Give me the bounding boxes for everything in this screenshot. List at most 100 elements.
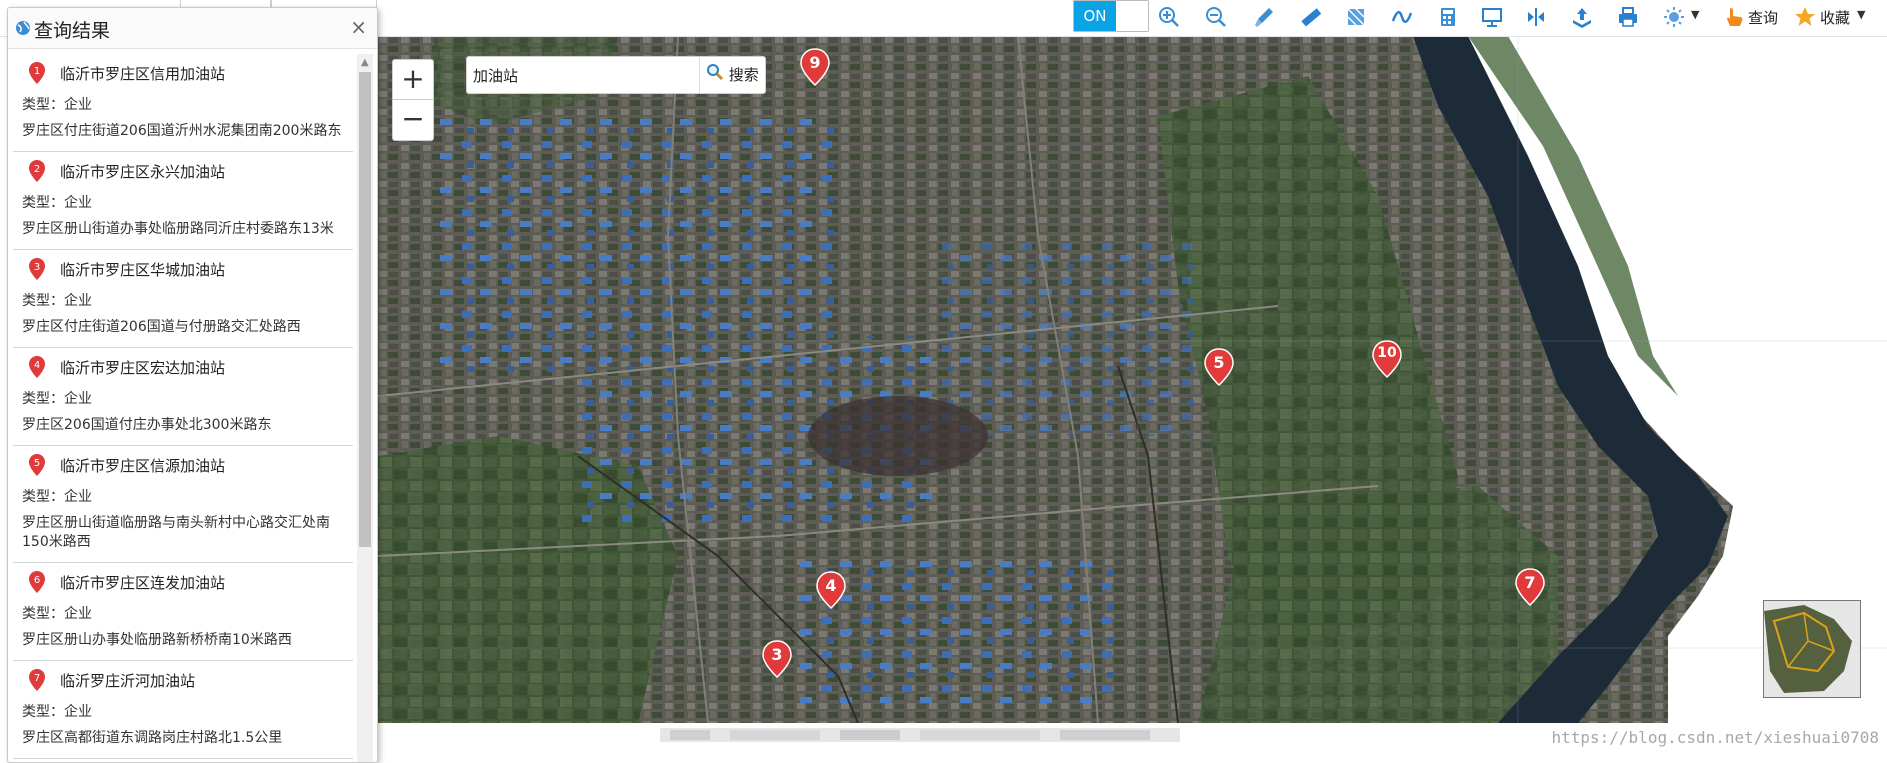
svg-text:5: 5 <box>34 458 40 469</box>
results-scrollbar[interactable]: ▲ <box>357 54 373 762</box>
result-item[interactable]: 3 临沂市罗庄区华城加油站 类型：企业 罗庄区付庄街道206国道与付册路交汇处路… <box>13 250 353 348</box>
star-icon <box>1795 7 1815 26</box>
favorites-tool-button[interactable] <box>1791 3 1819 31</box>
result-address: 罗庄区册山办事处临册路新桥桥南10米路西 <box>22 632 292 648</box>
map-marker-9[interactable]: 9 <box>800 48 830 87</box>
scroll-up-arrow-icon[interactable]: ▲ <box>361 57 369 68</box>
map-pin-icon: 2 <box>29 160 45 182</box>
area-measure-tool-button[interactable] <box>1342 3 1370 31</box>
svg-text:6: 6 <box>34 575 40 586</box>
map-search-box: 搜索 <box>466 56 766 94</box>
overview-map[interactable] <box>1763 600 1861 698</box>
calculator-tool-button[interactable] <box>1434 3 1462 31</box>
print-tool-button[interactable] <box>1614 3 1642 31</box>
light-tool-button[interactable] <box>1660 3 1688 31</box>
ruler-tool-button[interactable] <box>1296 3 1324 31</box>
screen-icon <box>1482 8 1502 27</box>
search-button-label: 搜索 <box>728 66 759 84</box>
result-type: 类型：企业 <box>22 606 92 622</box>
search-input[interactable] <box>471 60 697 90</box>
light-icon <box>1664 7 1684 27</box>
map-marker-7[interactable]: 7 <box>1515 568 1545 607</box>
scrollbar-thumb[interactable] <box>359 72 371 547</box>
query-tool-button[interactable] <box>1720 3 1748 31</box>
query-label[interactable]: 查询 <box>1748 7 1778 28</box>
result-name[interactable]: 临沂市罗庄区连发加油站 <box>60 569 347 593</box>
panel-header: 查询结果 × <box>8 8 377 49</box>
map-pin-icon: 5 <box>29 454 45 476</box>
map-marker-3[interactable]: 3 <box>762 640 792 679</box>
zoom-out-button[interactable]: − <box>393 99 433 139</box>
screen-tool-button[interactable] <box>1478 3 1506 31</box>
zoom-in-tool-button[interactable] <box>1155 3 1183 31</box>
map-pin-icon: 6 <box>29 571 45 593</box>
map-marker-4[interactable]: 4 <box>816 571 846 610</box>
split-icon <box>1528 8 1544 26</box>
zoom-in-icon <box>1159 7 1179 27</box>
export-tool-button[interactable] <box>1568 3 1596 31</box>
result-item[interactable]: 5 临沂市罗庄区信源加油站 类型：企业 罗庄区册山街道临册路与南头新村中心路交汇… <box>13 446 353 563</box>
overview-thumbnail <box>1764 601 1860 697</box>
result-name[interactable]: 临沂市罗庄区华城加油站 <box>60 256 347 280</box>
query-results-panel: 查询结果 × 1 临沂市罗庄区信用加油站 类型：企业 罗庄区付庄街道206国道沂… <box>7 7 378 763</box>
svg-text:1: 1 <box>34 66 40 77</box>
svg-text:3: 3 <box>34 262 40 273</box>
curve-tool-button[interactable] <box>1388 3 1416 31</box>
result-address: 罗庄区206国道付庄办事处北300米路东 <box>22 417 272 433</box>
export-icon <box>1573 8 1591 28</box>
result-item[interactable]: 2 临沂市罗庄区永兴加油站 类型：企业 罗庄区册山街道办事处临册路同沂庄村委路东… <box>13 152 353 250</box>
zoom-out-icon <box>1206 7 1226 27</box>
split-tool-button[interactable] <box>1522 3 1550 31</box>
result-item[interactable]: 7 临沂罗庄沂河加油站 类型：企业 罗庄区高都街道东调路岗庄村路北1.5公里 <box>13 661 353 759</box>
blurred-status-strip <box>660 722 1180 748</box>
zoom-control: + − <box>392 59 434 141</box>
map-pin-icon: 4 <box>29 356 45 378</box>
search-icon <box>706 58 724 94</box>
result-name[interactable]: 临沂市罗庄区宏达加油站 <box>60 354 347 378</box>
result-address: 罗庄区册山街道临册路与南头新村中心路交汇处南150米路西 <box>22 515 330 550</box>
result-address: 罗庄区付庄街道206国道沂州水泥集团南200米路东 <box>22 123 342 139</box>
result-name[interactable]: 临沂市罗庄区信用加油站 <box>60 60 347 84</box>
result-type: 类型：企业 <box>22 97 92 113</box>
map-marker-10[interactable]: 10 <box>1372 340 1402 379</box>
result-item[interactable]: 4 临沂市罗庄区宏达加油站 类型：企业 罗庄区206国道付庄办事处北300米路东 <box>13 348 353 446</box>
result-item[interactable]: 6 临沂市罗庄区连发加油站 类型：企业 罗庄区册山办事处临册路新桥桥南10米路西 <box>13 563 353 661</box>
pointing-hand-icon <box>1727 8 1743 26</box>
result-item[interactable]: 1 临沂市罗庄区信用加油站 类型：企业 罗庄区付庄街道206国道沂州水泥集团南2… <box>13 54 353 152</box>
layer-toggle-switch[interactable]: ON <box>1073 0 1149 32</box>
result-name[interactable]: 临沂罗庄沂河加油站 <box>60 667 347 691</box>
result-address: 罗庄区册山街道办事处临册路同沂庄村委路东13米 <box>22 221 334 237</box>
close-icon[interactable]: × <box>350 15 367 39</box>
brush-icon <box>1255 8 1273 27</box>
ruler-icon <box>1301 8 1321 27</box>
svg-text:2: 2 <box>34 164 40 175</box>
map-pin-icon: 1 <box>29 62 45 84</box>
favorites-label[interactable]: 收藏 <box>1820 7 1850 28</box>
satellite-imagery <box>378 36 1887 723</box>
results-list: 1 临沂市罗庄区信用加油站 类型：企业 罗庄区付庄街道206国道沂州水泥集团南2… <box>13 54 353 762</box>
result-type: 类型：企业 <box>22 195 92 211</box>
result-name[interactable]: 临沂市罗庄区永兴加油站 <box>60 158 347 182</box>
area-measure-icon <box>1347 8 1365 26</box>
satellite-map[interactable] <box>378 36 1887 723</box>
search-button[interactable]: 搜索 <box>699 57 766 93</box>
result-type: 类型：企业 <box>22 489 92 505</box>
watermark-url: https://blog.csdn.net/xieshuai0708 <box>1551 728 1879 747</box>
result-type: 类型：企业 <box>22 391 92 407</box>
favorites-chevron-down-icon[interactable]: ▼ <box>1857 8 1865 21</box>
result-address: 罗庄区高都街道东调路岗庄村路北1.5公里 <box>22 730 283 746</box>
result-type: 类型：企业 <box>22 293 92 309</box>
map-marker-5[interactable]: 5 <box>1204 348 1234 387</box>
zoom-in-button[interactable]: + <box>393 60 433 99</box>
result-address: 罗庄区付庄街道206国道与付册路交汇处路西 <box>22 319 301 335</box>
svg-text:4: 4 <box>34 360 40 371</box>
zoom-out-tool-button[interactable] <box>1202 3 1230 31</box>
result-name[interactable]: 临沂市罗庄区信源加油站 <box>60 452 347 476</box>
calculator-icon <box>1441 8 1455 26</box>
map-pin-icon: 7 <box>29 669 45 691</box>
brush-tool-button[interactable] <box>1250 3 1278 31</box>
panel-title: 查询结果 <box>34 20 111 42</box>
map-pin-icon: 3 <box>29 258 45 280</box>
light-dropdown-chevron-down-icon[interactable]: ▼ <box>1691 8 1699 21</box>
svg-text:7: 7 <box>34 673 40 684</box>
